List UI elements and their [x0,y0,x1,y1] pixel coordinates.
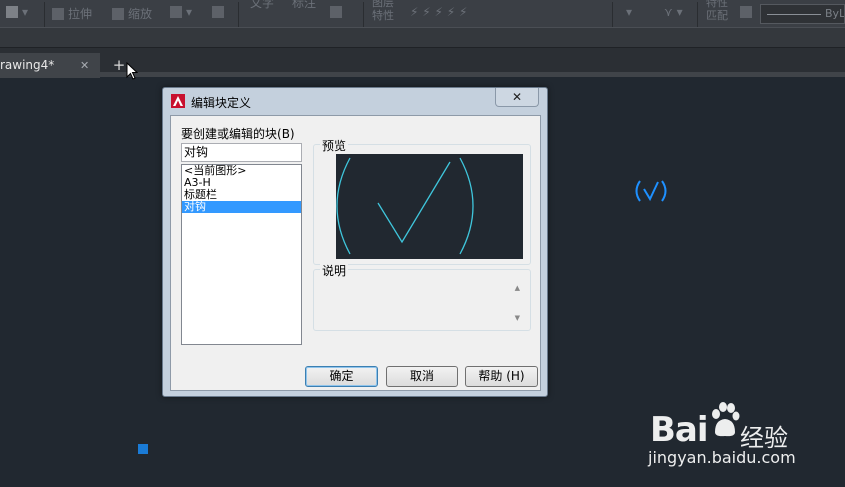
ribbon-panel-labels: 修改▼ 注释▼ 图层▼ 块▼ 特性▼ [0,27,845,73]
autocad-logo-icon [171,94,185,108]
grip-point[interactable] [138,444,148,454]
array-icon [170,6,182,18]
dialog-body: 要创建或编辑的块(B) 对钩 <当前图形> A3-H 标题栏 对钩 预览 说明 … [170,115,541,391]
paw-icon [712,402,740,437]
edit-block-definition-dialog: 编辑块定义 ✕ 要创建或编辑的块(B) 对钩 <当前图形> A3-H 标题栏 对… [162,87,548,397]
dimension-tool[interactable]: 标注 [292,0,316,10]
ribbon: ▾ 拉伸 缩放 ▾ 文字 标注 图层 特性 ⚡ ⚡ ⚡ ⚡ ⚡ ▾ ⋎ ▾ 特性匹… [0,0,845,73]
line-sample [767,14,821,15]
scale-tool[interactable]: 缩放 [112,5,152,21]
select-icon[interactable]: ▾ [6,5,28,21]
help-button[interactable]: 帮助 (H) [465,366,538,387]
description-group: 说明 ▲ ▼ [313,262,531,331]
scroll-down-icon[interactable]: ▼ [515,314,520,322]
dialog-close-button[interactable]: ✕ [495,88,539,107]
match-properties-tool[interactable]: 特性 匹配 [706,0,728,22]
baidu-logo-text: Bai [650,410,709,450]
block-edit-icon[interactable]: ⋎ ▾ [664,5,683,21]
stretch-icon [52,8,64,20]
array-tool[interactable]: ▾ [170,5,192,21]
checkmark-block-symbol[interactable] [633,178,669,204]
lineweight-dropdown[interactable]: ByL [760,4,845,24]
layer-properties-tool[interactable]: 图层 特性 [372,0,394,22]
table-icon[interactable] [330,5,346,21]
insert-block-icon[interactable]: ▾ [626,5,632,21]
offset-icon[interactable] [212,5,228,21]
block-preview [336,154,523,259]
description-label: 说明 [320,262,349,279]
watermark-url: jingyan.baidu.com [648,448,796,467]
stretch-tool[interactable]: 拉伸 [52,5,92,21]
text-tool[interactable]: 文字 [250,0,274,10]
block-list-item-selected[interactable]: 对钩 [182,201,301,213]
scroll-up-icon[interactable]: ▲ [515,284,520,292]
mouse-cursor-icon [126,62,138,80]
block-name-input[interactable]: 对钩 [181,143,302,162]
scale-icon [112,8,124,20]
cancel-button[interactable]: 取消 [386,366,458,387]
preview-label: 预览 [320,137,349,154]
dialog-title: 编辑块定义 [191,96,252,110]
layer-tools-icons[interactable]: ⚡ ⚡ ⚡ ⚡ ⚡ [410,5,467,21]
ok-button[interactable]: 确定 [305,366,378,387]
baidu-jingyan-watermark: Bai 经验 jingyan.baidu.com [648,396,845,487]
lineweight-icon[interactable] [740,5,756,21]
dialog-titlebar[interactable]: 编辑块定义 ✕ [163,88,547,114]
block-name-label: 要创建或编辑的块(B) [181,127,295,141]
ribbon-tools: ▾ 拉伸 缩放 ▾ 文字 标注 图层 特性 ⚡ ⚡ ⚡ ⚡ ⚡ ▾ ⋎ ▾ 特性匹… [0,0,845,45]
block-list[interactable]: <当前图形> A3-H 标题栏 对钩 [181,164,302,345]
